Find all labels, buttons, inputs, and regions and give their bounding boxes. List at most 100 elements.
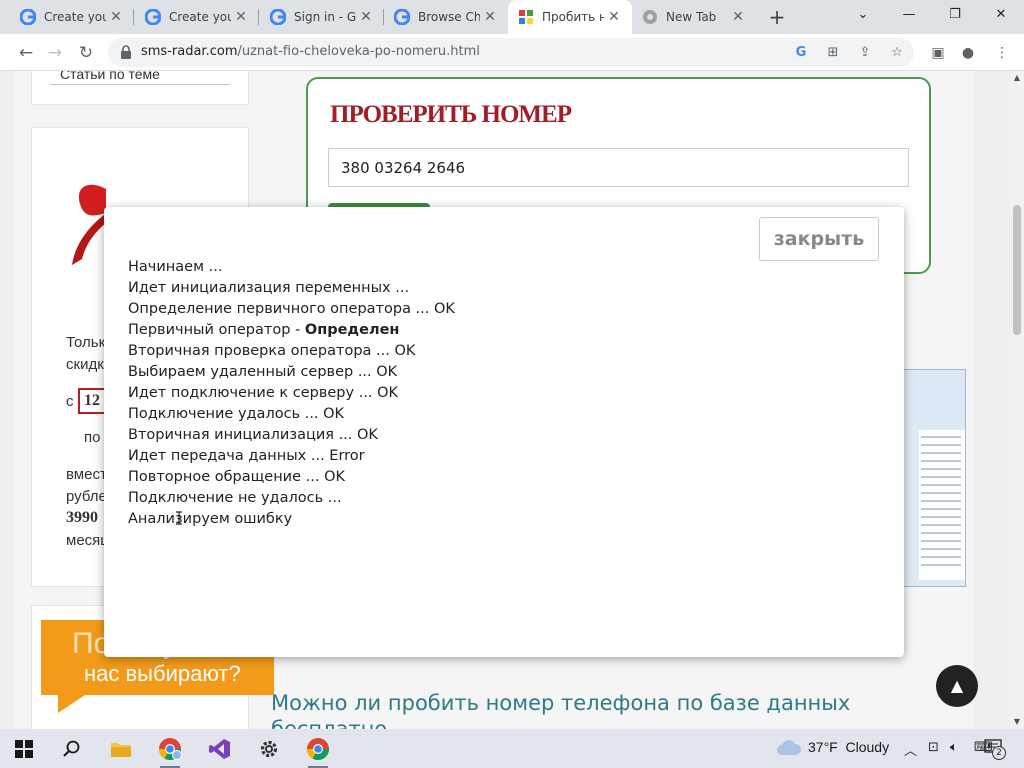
scroll-to-top-button[interactable]: ▲: [936, 665, 978, 707]
settings-button[interactable]: [245, 729, 293, 768]
url-text: sms-radar.com/uznat-fio-cheloveka-po-nom…: [141, 44, 480, 59]
browser-toolbar: ← → ↻ sms-radar.com/uznat-fio-cheloveka-…: [0, 34, 1024, 71]
promo-text: месяц: [66, 532, 109, 549]
browser-tab-active[interactable]: Пробить н ✕: [508, 0, 632, 34]
close-icon[interactable]: ✕: [730, 9, 746, 25]
page-scrollbar[interactable]: ▲ ▼: [1010, 71, 1024, 729]
bookmark-star-icon[interactable]: ☆: [888, 44, 906, 62]
log-line: Повторное обращение ... OK: [128, 469, 345, 485]
profile-icon[interactable]: ●: [958, 43, 978, 63]
log-line-label: Первичный оператор -: [128, 322, 305, 338]
google-icon: [20, 9, 36, 25]
start-button[interactable]: [0, 729, 48, 768]
side-panel-icon[interactable]: ▣: [928, 43, 948, 63]
close-icon[interactable]: ✕: [108, 9, 124, 25]
google-icon: [145, 9, 161, 25]
chrome-profile-button[interactable]: [146, 729, 194, 768]
forward-icon[interactable]: →: [41, 39, 69, 67]
browser-tab[interactable]: Create your ✕: [10, 0, 134, 34]
notification-center[interactable]: 2: [984, 739, 1008, 760]
log-line: Подключение не удалось ...: [128, 490, 342, 506]
close-icon[interactable]: ✕: [482, 9, 498, 25]
site-favicon: [519, 10, 533, 24]
promo-text: скидк: [66, 356, 104, 373]
tab-title: New Tab: [666, 10, 717, 24]
scroll-up-icon[interactable]: ▲: [1010, 71, 1024, 85]
web-page: Статьи по теме Толькo скидк с 12 по вмес…: [0, 71, 1010, 729]
share-icon[interactable]: ⇪: [856, 44, 874, 62]
gift-bow-icon: [72, 184, 106, 265]
back-icon[interactable]: ←: [12, 39, 40, 67]
phone-number-input[interactable]: [328, 148, 909, 187]
log-line: Первичный оператор - Определен: [128, 320, 455, 341]
tab-title: Пробить н: [542, 10, 604, 24]
gear-icon: [260, 740, 278, 757]
close-icon[interactable]: ✕: [606, 9, 622, 25]
windows-taskbar: 37°F Cloudy ︿ ⊡ 🔈︎ ⌨ 2: [0, 729, 1024, 768]
visual-studio-button[interactable]: [196, 729, 244, 768]
tab-strip: Create your ✕ Create your ✕ Sign in - Go…: [0, 0, 1024, 34]
promo-text: вмест: [66, 466, 107, 483]
scrollbar-thumb[interactable]: [1013, 205, 1021, 335]
related-articles-link[interactable]: Статьи по теме: [60, 71, 160, 82]
browser-tab[interactable]: Create your ✕: [135, 0, 259, 34]
minimize-icon[interactable]: —: [886, 0, 932, 30]
banner-tail: [58, 693, 88, 713]
weather-desc: Cloudy: [845, 739, 890, 755]
chrome-button[interactable]: [294, 729, 342, 768]
new-tab-button[interactable]: +: [765, 6, 789, 28]
tab-title: Create your: [169, 10, 231, 24]
search-icon: [63, 740, 80, 757]
address-bar[interactable]: sms-radar.com/uznat-fio-cheloveka-po-nom…: [108, 38, 914, 67]
search-button[interactable]: [48, 729, 96, 768]
form-title: ПРОВЕРИТЬ НОМЕР: [330, 101, 572, 128]
file-explorer-button[interactable]: [97, 729, 145, 768]
notification-count: 2: [992, 746, 1006, 760]
volume-icon[interactable]: 🔈︎: [950, 740, 958, 755]
log-line: Идет подключение к серверу ... OK: [128, 385, 399, 401]
browser-tab[interactable]: Sign in - Go ✕: [260, 0, 384, 34]
translate-icon[interactable]: ⊞: [824, 44, 842, 62]
promo-text: по: [84, 429, 101, 446]
visual-studio-icon: [209, 738, 230, 759]
reload-icon[interactable]: ↻: [72, 39, 100, 67]
close-button[interactable]: закрыть: [759, 217, 879, 261]
scroll-down-icon[interactable]: ▼: [1010, 715, 1024, 729]
window-close-icon[interactable]: ✕: [978, 0, 1024, 30]
progress-log: Начинаем ... Идет инициализация переменн…: [128, 257, 455, 530]
url-host: sms-radar.com: [141, 44, 238, 59]
log-line: Вторичная проверка оператора ... OK: [128, 343, 416, 359]
log-line: Подключение удалось ... OK: [128, 406, 345, 422]
close-icon[interactable]: ✕: [358, 9, 374, 25]
tab-search-icon[interactable]: ⌄: [840, 0, 886, 30]
promo-price: 3990: [66, 509, 98, 526]
promo-text: с: [66, 393, 74, 410]
windows-icon: [15, 739, 33, 758]
menu-icon[interactable]: ⋮: [992, 43, 1012, 63]
operator-status: Определен: [304, 322, 400, 338]
weather-temp: 37°F: [808, 739, 838, 755]
log-line: Вторичная инициализация ... OK: [128, 427, 378, 443]
lock-icon[interactable]: [118, 44, 134, 60]
promo-text: рубле: [66, 488, 107, 505]
chevron-up-icon[interactable]: ︿: [904, 740, 917, 759]
cloud-icon: [777, 740, 802, 755]
network-icon[interactable]: ⊡: [928, 740, 939, 755]
close-icon[interactable]: ✕: [233, 9, 249, 25]
tab-title: Sign in - Go: [294, 10, 356, 24]
google-icon: [394, 9, 410, 25]
browser-tab[interactable]: Browse Chr ✕: [384, 0, 508, 34]
log-line: Идет передача данных ... Error: [128, 448, 365, 464]
tab-title: Browse Chr: [418, 10, 480, 24]
check-progress-modal: закрыть Начинаем ... Идет инициализация …: [104, 207, 904, 657]
weather-widget[interactable]: 37°F Cloudy: [808, 739, 889, 755]
folder-icon: [111, 742, 131, 757]
restore-icon[interactable]: ❐: [932, 0, 978, 30]
chrome-icon: [643, 10, 657, 24]
browser-tab[interactable]: New Tab ✕: [632, 0, 756, 34]
google-lens-icon[interactable]: G: [792, 44, 810, 62]
log-line: Начинаем ...: [128, 259, 223, 275]
chrome-icon: [159, 737, 182, 760]
log-line: Выбираем удаленный сервер ... OK: [128, 364, 398, 380]
article-heading: Можно ли пробить номер телефона по базе …: [271, 691, 851, 729]
